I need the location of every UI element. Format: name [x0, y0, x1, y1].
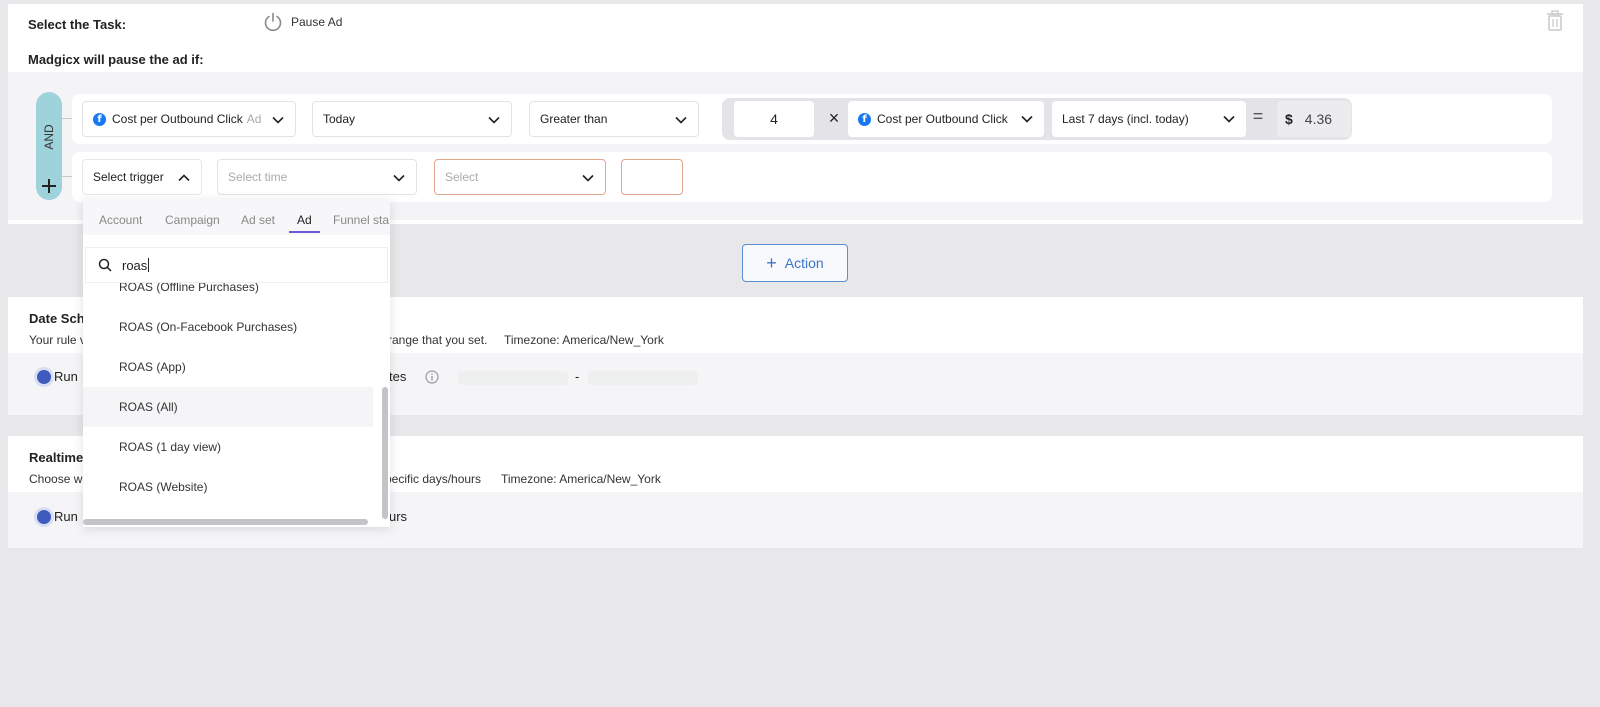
metric-value: Cost per Outbound Click	[112, 112, 243, 126]
pause-ad-option[interactable]: Pause Ad	[263, 12, 342, 32]
info-icon[interactable]	[425, 370, 439, 384]
list-item[interactable]: ROAS (App)	[83, 347, 373, 387]
list-item[interactable]: ROAS (Website)	[83, 467, 373, 507]
dates-label: tes	[389, 369, 407, 384]
pause-ad-label: Pause Ad	[291, 15, 343, 29]
equals-icon: =	[1252, 106, 1264, 126]
chevron-down-icon	[675, 116, 687, 124]
search-value: roas	[122, 257, 148, 273]
rules-area: AND f Cost per Outbound Click Ad Today G…	[8, 72, 1583, 220]
chevron-down-icon	[582, 174, 594, 182]
result-value: $ 4.36	[1277, 101, 1351, 137]
metric-search-input[interactable]: roas	[85, 247, 388, 283]
list-item[interactable]: ROAS (Offline Purchases)	[83, 283, 373, 307]
list-item[interactable]: ROAS (On-Facebook Purchases)	[83, 307, 373, 347]
chevron-down-icon	[488, 116, 500, 124]
pause-if-label: Madgicx will pause the ad if:	[28, 52, 204, 67]
select-task-label: Select the Task:	[28, 17, 127, 32]
compare-time-value: Last 7 days (incl. today)	[1062, 112, 1189, 126]
realtime-desc-end: pecific days/hours	[385, 472, 482, 486]
chevron-down-icon	[393, 174, 405, 182]
run-radio[interactable]	[37, 370, 51, 384]
run-realtime-radio[interactable]	[37, 510, 51, 524]
tab-ad-set[interactable]: Ad set	[241, 213, 275, 227]
plus-icon: +	[766, 253, 777, 273]
operator-select-placeholder: Select	[445, 170, 479, 184]
realtime-title: Realtime	[29, 450, 84, 465]
power-icon	[264, 12, 282, 32]
date-schedule-timezone: Timezone: America/New_York	[504, 333, 664, 347]
chevron-down-icon	[1021, 115, 1033, 123]
add-condition-icon[interactable]	[41, 178, 57, 194]
comparison-formula: 4 × f Cost per Outbound Click Last 7 day…	[722, 98, 1352, 140]
date-schedule-desc-start: Your rule v	[29, 333, 86, 347]
vertical-scrollbar[interactable]	[382, 387, 388, 519]
operator-select-dropdown[interactable]: Select	[434, 159, 606, 195]
condition-row-2: Select trigger Select time Select	[72, 152, 1552, 202]
currency-symbol: $	[1285, 111, 1293, 127]
facebook-icon: f	[93, 112, 106, 126]
active-tab-underline	[289, 231, 320, 233]
and-logic-pill[interactable]: AND	[36, 92, 62, 200]
value-input[interactable]	[621, 159, 683, 195]
text-cursor	[148, 258, 150, 272]
trash-icon[interactable]	[1545, 10, 1565, 32]
action-label: Action	[784, 255, 824, 271]
select-time-dropdown[interactable]: Select time	[217, 159, 417, 195]
multiply-icon: ×	[828, 108, 840, 128]
result-number: 4.36	[1304, 111, 1333, 127]
tab-ad[interactable]: Ad	[297, 213, 312, 227]
trigger-dropdown[interactable]: Select trigger	[82, 159, 202, 195]
run-label: Run	[54, 369, 78, 384]
condition-row-1: f Cost per Outbound Click Ad Today Great…	[72, 94, 1552, 144]
search-icon	[98, 258, 112, 272]
date-schedule-desc-end: range that you set.	[388, 333, 488, 347]
hours-label: urs	[389, 509, 408, 524]
realtime-desc-start: Choose w	[29, 472, 83, 486]
metric-list: ROAS (Offline Purchases) ROAS (On-Facebo…	[83, 283, 373, 515]
connector-line	[62, 176, 72, 177]
task-card: Select the Task: Pause Ad Madgicx will p…	[8, 4, 1583, 224]
tab-account[interactable]: Account	[99, 213, 142, 227]
time-dropdown[interactable]: Today	[312, 101, 512, 137]
date-schedule-title: Date Sch	[29, 311, 85, 326]
end-date-field[interactable]	[588, 371, 698, 385]
add-action-button[interactable]: + Action	[742, 244, 848, 282]
trigger-dropdown-menu: Account Campaign Ad set Ad Funnel sta ro…	[83, 199, 390, 527]
level-tabs: Account Campaign Ad set Ad Funnel sta	[83, 199, 390, 235]
compare-metric-value: Cost per Outbound Click	[877, 112, 1008, 126]
connector-line	[62, 118, 72, 119]
run-realtime-label: Run	[54, 509, 78, 524]
list-item[interactable]: ROAS (All)	[83, 387, 373, 427]
list-item[interactable]: ROAS (1 day view)	[83, 427, 373, 467]
operator-value: Greater than	[540, 112, 608, 126]
tab-funnel-stage[interactable]: Funnel sta	[333, 213, 390, 227]
and-label: AND	[42, 124, 56, 150]
metric-level: Ad	[246, 112, 262, 126]
compare-metric-dropdown[interactable]: f Cost per Outbound Click	[848, 101, 1044, 137]
chevron-down-icon	[272, 116, 284, 124]
operator-dropdown[interactable]: Greater than	[529, 101, 699, 137]
select-time-placeholder: Select time	[228, 170, 288, 184]
compare-time-dropdown[interactable]: Last 7 days (incl. today)	[1052, 101, 1246, 137]
metric-dropdown[interactable]: f Cost per Outbound Click Ad	[82, 101, 296, 137]
chevron-up-icon	[178, 174, 190, 182]
multiplier-input[interactable]: 4	[734, 101, 814, 137]
horizontal-scrollbar[interactable]	[83, 519, 368, 525]
facebook-icon: f	[858, 112, 871, 126]
trigger-value: Select trigger	[93, 170, 164, 184]
start-date-field[interactable]	[458, 371, 568, 385]
time-value: Today	[323, 112, 356, 126]
date-range-dash: -	[575, 369, 580, 384]
tab-campaign[interactable]: Campaign	[165, 213, 220, 227]
realtime-timezone: Timezone: America/New_York	[501, 472, 661, 486]
chevron-down-icon	[1223, 115, 1235, 123]
